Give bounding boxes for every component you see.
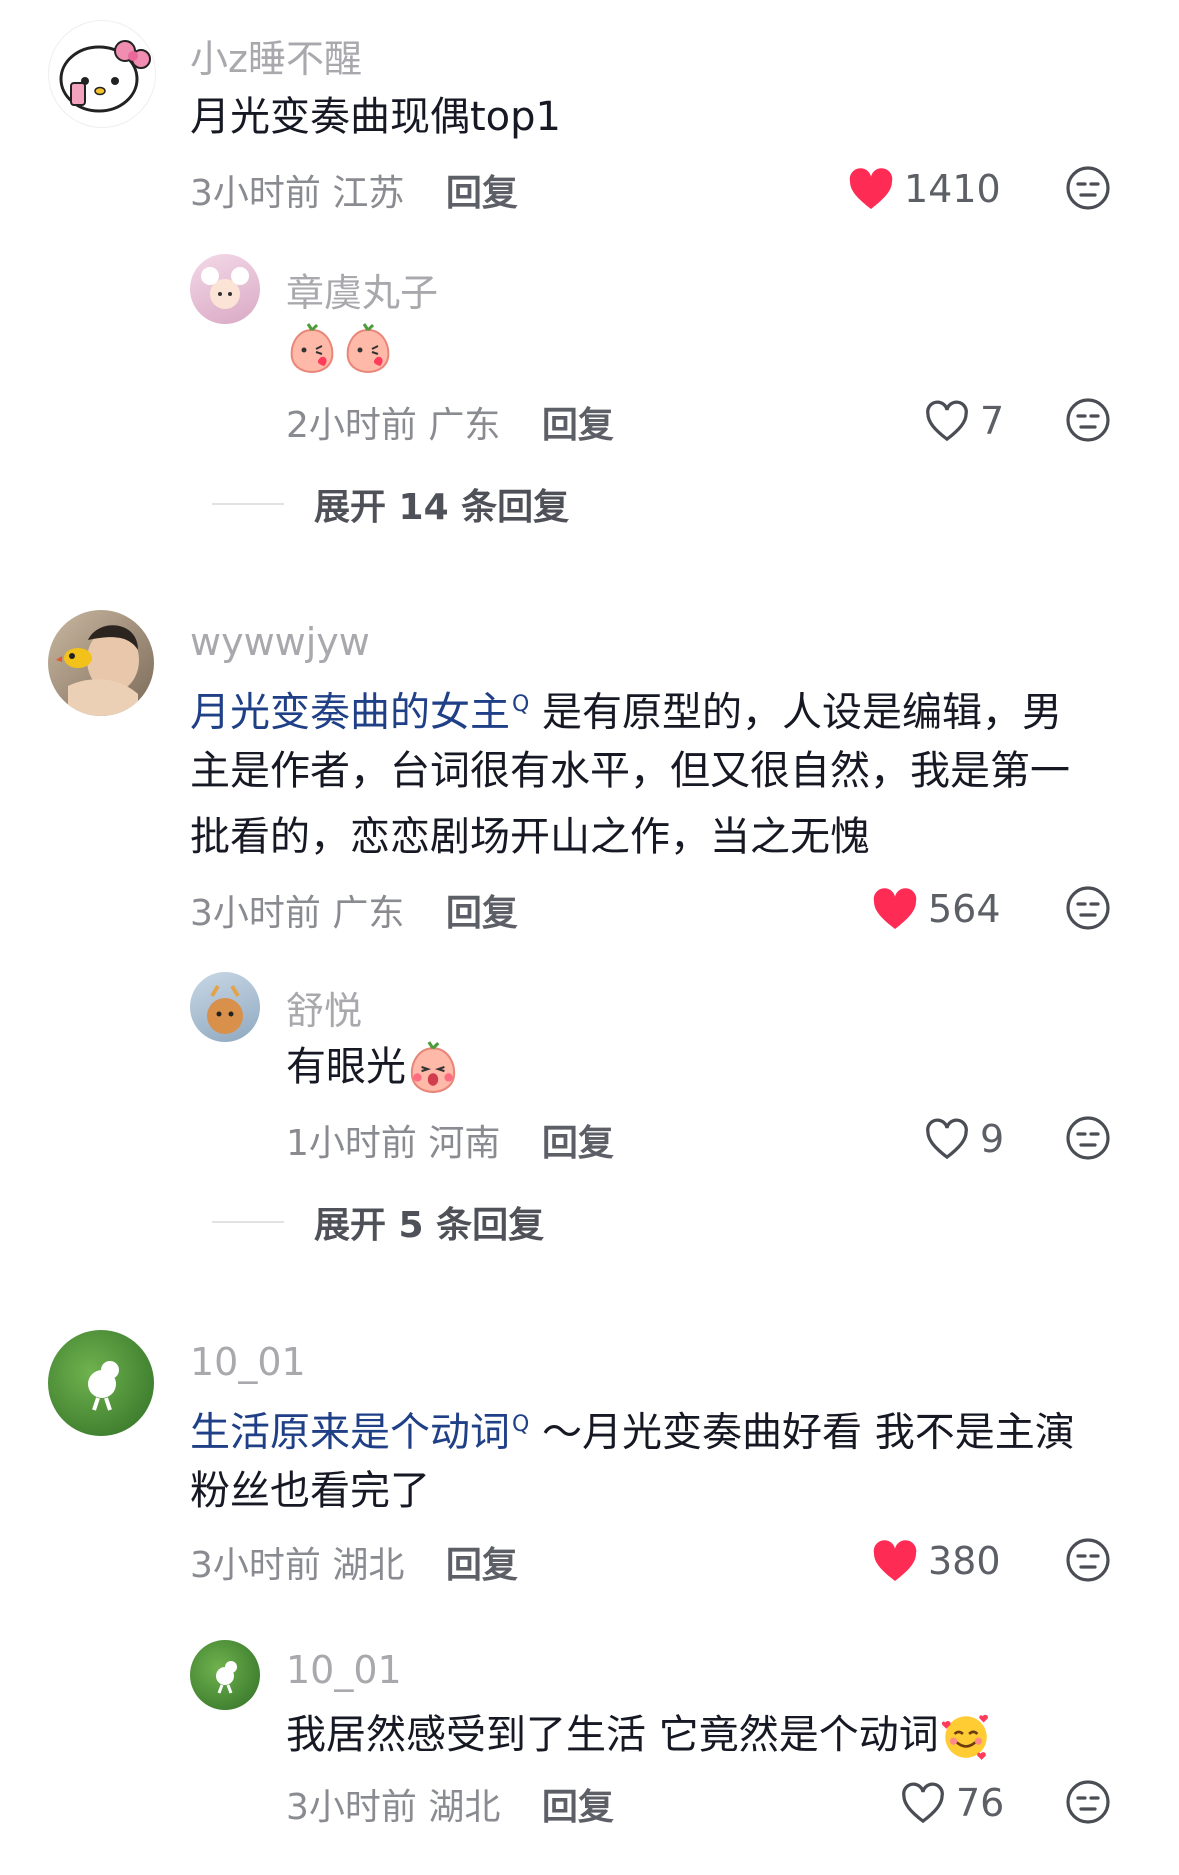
like-button[interactable]: 9	[924, 1114, 1004, 1164]
peach-emoji-icon	[290, 323, 334, 374]
comment-text: 生活原来是个动词Q ～月光变奏曲好看 我不是主演	[190, 1392, 1075, 1465]
avatar[interactable]	[48, 1330, 154, 1436]
reply-text: 有眼光	[286, 1034, 460, 1100]
search-keyword-link[interactable]: 月光变奏曲的女主	[190, 689, 510, 735]
like-button[interactable]: 1410	[848, 164, 1001, 214]
comment-meta: 3小时前 广东 回复	[190, 884, 518, 936]
reply-meta: 3小时前 湖北 回复	[286, 1778, 614, 1830]
reply-button[interactable]: 回复	[542, 1787, 614, 1828]
reply-meta: 2小时前 广东 回复	[286, 396, 614, 448]
comment-time: 3小时前	[190, 893, 321, 934]
like-count: 564	[928, 887, 1001, 931]
like-count: 380	[928, 1539, 1001, 1583]
reply-time: 1小时前	[286, 1123, 417, 1164]
reply-button[interactable]: 回复	[446, 893, 518, 934]
reply-avatar[interactable]	[190, 254, 260, 324]
comment-text-line: 主是作者，台词很有水平，但又很自然，我是第一	[190, 748, 1070, 794]
reply-avatar[interactable]	[190, 972, 260, 1042]
reply-emoji	[286, 322, 394, 378]
avatar[interactable]	[48, 610, 154, 716]
like-count: 9	[980, 1117, 1005, 1161]
dislike-face-icon[interactable]	[1064, 884, 1112, 932]
reply-username[interactable]: 10_01	[286, 1648, 402, 1692]
reply-location: 河南	[428, 1123, 501, 1164]
comment-meta: 3小时前 江苏 回复	[190, 164, 518, 216]
search-keyword-link[interactable]: 生活原来是个动词	[190, 1409, 510, 1455]
reply-button[interactable]: 回复	[446, 173, 518, 214]
reply-time: 2小时前	[286, 405, 417, 446]
reply-text: 我居然感受到了生活 它竟然是个动词	[286, 1702, 993, 1768]
comment-text: 月光变奏曲的女主Q 是有原型的，人设是编辑，男	[190, 672, 1062, 745]
expand-replies-label: 展开 5 条回复	[314, 1205, 545, 1246]
dislike-face-icon[interactable]	[1064, 1778, 1112, 1826]
reply-time: 3小时前	[286, 1787, 417, 1828]
like-button[interactable]: 564	[872, 884, 1001, 934]
reply-location: 湖北	[428, 1787, 501, 1828]
divider	[212, 503, 284, 505]
comment-time: 3小时前	[190, 1545, 321, 1586]
expand-replies-label: 展开 14 条回复	[314, 487, 570, 528]
comment-location: 湖北	[332, 1545, 405, 1586]
expand-replies-button[interactable]: 展开 5 条回复	[212, 1196, 544, 1248]
peach-emoji-icon	[346, 323, 390, 374]
dislike-face-icon[interactable]	[1064, 1536, 1112, 1584]
heart-outline-icon	[926, 400, 968, 442]
smiling-hearts-emoji-icon	[941, 1714, 988, 1760]
like-count: 76	[956, 1781, 1005, 1825]
heart-filled-icon	[873, 1540, 917, 1582]
like-button[interactable]: 76	[900, 1778, 1004, 1828]
reply-button[interactable]: 回复	[446, 1545, 518, 1586]
comment-text-line: ～月光变奏曲好看 我不是主演	[542, 1409, 1075, 1456]
comment-location: 广东	[332, 893, 405, 934]
dislike-face-icon[interactable]	[1064, 1114, 1112, 1162]
username[interactable]: wywwjyw	[190, 620, 370, 664]
username[interactable]: 小z睡不醒	[190, 28, 362, 83]
search-suffix-icon: Q	[512, 692, 530, 717]
like-count: 1410	[904, 167, 1001, 211]
reply-location: 广东	[428, 405, 501, 446]
reply-username[interactable]: 舒悦	[286, 980, 362, 1035]
comment-meta: 3小时前 湖北 回复	[190, 1536, 518, 1588]
search-suffix-icon: Q	[512, 1412, 530, 1437]
comment-text: 月光变奏曲现偶top1	[190, 94, 561, 140]
like-button[interactable]: 380	[872, 1536, 1001, 1586]
like-count: 7	[980, 399, 1005, 443]
comment-location: 江苏	[332, 173, 405, 214]
like-button[interactable]: 7	[924, 396, 1004, 446]
avatar[interactable]	[48, 20, 156, 128]
dislike-face-icon[interactable]	[1064, 396, 1112, 444]
comment-text-line: 批看的，恋恋剧场开山之作，当之无愧	[190, 814, 870, 860]
heart-outline-icon	[902, 1782, 944, 1824]
reply-text-content: 我居然感受到了生活 它竟然是个动词	[286, 1712, 939, 1758]
peach-emoji-icon	[410, 1041, 456, 1093]
divider	[212, 1221, 284, 1223]
heart-filled-icon	[849, 168, 893, 210]
username[interactable]: 10_01	[190, 1340, 306, 1384]
comment-time: 3小时前	[190, 173, 321, 214]
heart-filled-icon	[873, 888, 917, 930]
comment-text-line: 是有原型的，人设是编辑，男	[542, 689, 1063, 736]
reply-button[interactable]: 回复	[542, 405, 614, 446]
reply-meta: 1小时前 河南 回复	[286, 1114, 614, 1166]
comment-text-line: 粉丝也看完了	[190, 1468, 430, 1514]
reply-avatar[interactable]	[190, 1640, 260, 1710]
expand-replies-button[interactable]: 展开 14 条回复	[212, 478, 569, 530]
heart-outline-icon	[926, 1118, 968, 1160]
reply-username[interactable]: 章虞丸子	[286, 262, 438, 317]
reply-text-content: 有眼光	[286, 1044, 406, 1090]
reply-button[interactable]: 回复	[542, 1123, 614, 1164]
dislike-face-icon[interactable]	[1064, 164, 1112, 212]
